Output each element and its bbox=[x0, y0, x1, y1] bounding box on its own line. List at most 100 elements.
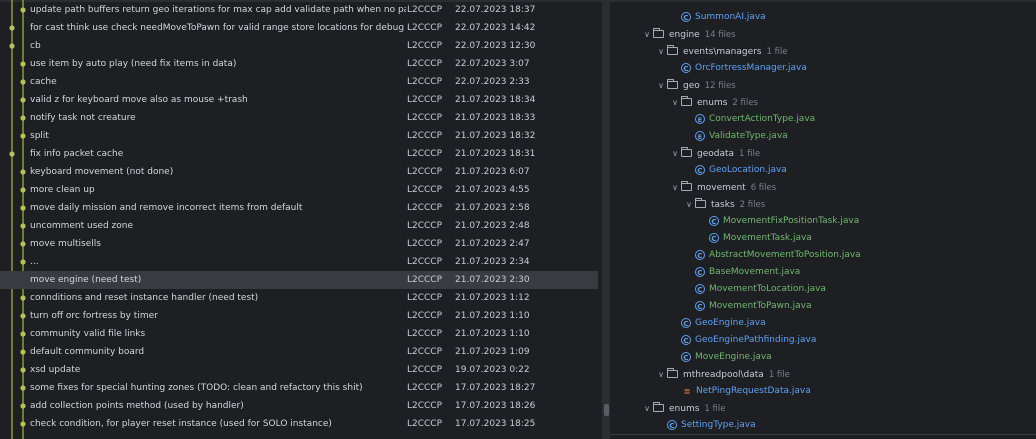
file-count: 1 file bbox=[704, 404, 726, 414]
tree-folder[interactable]: ∨ tasks 2 files bbox=[683, 196, 765, 213]
tree-file[interactable]: ≣ NetPingRequestData.java bbox=[681, 383, 811, 400]
class-file-icon: C bbox=[709, 233, 719, 243]
commit-row[interactable]: update path buffers return geo iteration… bbox=[0, 1, 598, 19]
file-count: 1 file bbox=[739, 149, 761, 159]
class-file-icon: C bbox=[681, 63, 691, 73]
chevron-down-icon[interactable]: ∨ bbox=[669, 145, 681, 162]
tree-file[interactable]: C BaseMovement.java bbox=[695, 264, 800, 281]
tree-bottom-divider bbox=[610, 434, 1036, 435]
commit-row[interactable]: some fixes for special hunting zones (TO… bbox=[0, 379, 598, 397]
commit-message: keyboard movement (not done) bbox=[30, 167, 174, 177]
tree-file[interactable]: C MoveEngine.java bbox=[681, 349, 772, 366]
commit-author: L2CCCP bbox=[407, 167, 443, 177]
commit-author: L2CCCP bbox=[407, 365, 443, 375]
file-name: MovementTask.java bbox=[723, 233, 812, 243]
commit-date: 21.07.2023 18:32 bbox=[455, 131, 536, 141]
tree-file[interactable]: C AbstractMovementToPosition.java bbox=[695, 247, 861, 264]
folder-name: geo bbox=[683, 81, 700, 91]
commit-log-panel: update path buffers return geo iteration… bbox=[0, 0, 602, 439]
tree-folder[interactable]: ∨ mthreadpool\data 1 file bbox=[655, 366, 790, 383]
commit-row[interactable]: valid z for keyboard move also as mouse … bbox=[0, 91, 598, 109]
file-count: 1 file bbox=[766, 47, 788, 57]
tree-file[interactable]: E ValidateType.java bbox=[695, 128, 788, 145]
panel-divider[interactable] bbox=[602, 0, 610, 439]
chevron-down-icon[interactable]: ∨ bbox=[683, 196, 695, 213]
commit-row[interactable]: ... L2CCCP 21.07.2023 2:34 bbox=[0, 253, 598, 271]
commit-row[interactable]: check condition, for player reset instan… bbox=[0, 415, 598, 433]
commit-row[interactable]: move multisells L2CCCP 21.07.2023 2:47 bbox=[0, 235, 598, 253]
commit-author: L2CCCP bbox=[407, 383, 443, 393]
commit-row[interactable]: community valid file links L2CCCP 21.07.20… bbox=[0, 325, 598, 343]
commit-row[interactable]: more clean up L2CCCP 21.07.2023 4:55 bbox=[0, 181, 598, 199]
commit-message: use item by auto play (need fix items in… bbox=[30, 59, 237, 69]
folder-icon bbox=[681, 181, 692, 191]
commit-date: 21.07.2023 1:09 bbox=[455, 347, 530, 357]
tree-file[interactable]: C MovementToLocation.java bbox=[695, 281, 826, 298]
tree-folder[interactable]: ∨ movement 6 files bbox=[669, 179, 776, 196]
tree-file[interactable]: C MovementTask.java bbox=[709, 230, 812, 247]
tree-file[interactable]: C GeoLocation.java bbox=[695, 162, 787, 179]
commit-message: xsd update bbox=[30, 365, 81, 375]
tree-file[interactable]: C SummonAI.java bbox=[681, 9, 766, 26]
class-file-icon: C bbox=[695, 250, 705, 260]
commit-row[interactable]: cache L2CCCP 22.07.2023 2:33 bbox=[0, 73, 598, 91]
commit-row[interactable]: move daily mission and remove incorrect … bbox=[0, 199, 598, 217]
tree-folder[interactable]: ∨ enums 2 files bbox=[669, 94, 758, 111]
commit-message: valid z for keyboard move also as mouse … bbox=[30, 95, 248, 105]
tree-folder[interactable]: ∨ events\managers 1 file bbox=[655, 43, 788, 60]
tree-folder[interactable]: ∨ geo 12 files bbox=[655, 77, 736, 94]
tree-file[interactable]: C MovementFixPositionTask.java bbox=[709, 213, 859, 230]
tree-file[interactable]: C SettingType.java bbox=[667, 417, 756, 434]
tree-folder[interactable]: ∨ geodata 1 file bbox=[669, 145, 760, 162]
folder-icon bbox=[695, 198, 706, 208]
folder-name: movement bbox=[697, 183, 746, 193]
commit-date: 21.07.2023 18:33 bbox=[455, 113, 536, 123]
scrollbar-thumb[interactable] bbox=[604, 404, 609, 416]
commit-row[interactable]: split L2CCCP 21.07.2023 18:32 bbox=[0, 127, 598, 145]
chevron-down-icon[interactable]: ∨ bbox=[655, 77, 667, 94]
file-name: SummonAI.java bbox=[695, 12, 766, 22]
chevron-down-icon[interactable]: ∨ bbox=[669, 94, 681, 111]
folder-name: enums bbox=[697, 98, 728, 108]
commit-author: L2CCCP bbox=[407, 311, 443, 321]
commit-row[interactable]: keyboard movement (not done) L2CCCP 21.07.… bbox=[0, 163, 598, 181]
commit-row[interactable]: uncomment used zone L2CCCP 21.07.2023 2:48 bbox=[0, 217, 598, 235]
commit-message: add collection points method (used by ha… bbox=[30, 401, 244, 411]
commit-row[interactable]: turn off orc fortress by timer L2CCCP 21.0… bbox=[0, 307, 598, 325]
commit-row[interactable]: cb L2CCCP 22.07.2023 12:30 bbox=[0, 37, 598, 55]
tree-folder[interactable]: ∨ enums 1 file bbox=[641, 400, 725, 417]
chevron-down-icon[interactable]: ∨ bbox=[655, 366, 667, 383]
commit-row[interactable]: use item by auto play (need fix items in… bbox=[0, 55, 598, 73]
commit-row[interactable]: fix info packet cache L2CCCP 21.07.2023 18… bbox=[0, 145, 598, 163]
tree-file[interactable]: C GeoEngine.java bbox=[681, 315, 766, 332]
commit-row[interactable]: connditions and reset instance handler (… bbox=[0, 289, 598, 307]
tree-folder[interactable]: ∨ engine 14 files bbox=[641, 26, 736, 43]
file-name: ValidateType.java bbox=[709, 131, 788, 141]
chevron-down-icon[interactable]: ∨ bbox=[641, 400, 653, 417]
commit-message: connditions and reset instance handler (… bbox=[30, 293, 259, 303]
chevron-down-icon[interactable]: ∨ bbox=[641, 26, 653, 43]
file-name: GeoLocation.java bbox=[709, 165, 787, 175]
tree-file[interactable]: C GeoEnginePathfinding.java bbox=[681, 332, 816, 349]
chevron-down-icon[interactable]: ∨ bbox=[669, 179, 681, 196]
tree-file[interactable]: C OrcFortressManager.java bbox=[681, 60, 807, 77]
commit-row[interactable]: xsd update L2CCCP 19.07.2023 0:22 bbox=[0, 361, 598, 379]
commit-row[interactable]: move engine (need test) L2CCCP 21.07.2023 … bbox=[0, 271, 598, 289]
commit-message: update path buffers return geo iteration… bbox=[30, 5, 406, 15]
commit-date: 21.07.2023 2:47 bbox=[455, 239, 530, 249]
commit-row[interactable]: default community board L2CCCP 21.07.2023 … bbox=[0, 343, 598, 361]
class-file-icon: C bbox=[681, 12, 691, 22]
commit-row[interactable]: for cast think use check needMoveToPawn … bbox=[0, 19, 598, 37]
tree-file[interactable]: E ConvertActionType.java bbox=[695, 111, 815, 128]
commit-date: 21.07.2023 2:58 bbox=[455, 203, 530, 213]
commit-date: 21.07.2023 18:31 bbox=[455, 149, 536, 159]
chevron-down-icon[interactable]: ∨ bbox=[655, 43, 667, 60]
file-name: MoveEngine.java bbox=[695, 352, 772, 362]
commit-row[interactable]: notify task not creature L2CCCP 21.07.2023… bbox=[0, 109, 598, 127]
commit-message: turn off orc fortress by timer bbox=[30, 311, 158, 321]
commit-message: cb bbox=[30, 41, 41, 51]
commit-row[interactable]: add collection points method (used by ha… bbox=[0, 397, 598, 415]
commit-author: L2CCCP bbox=[407, 419, 443, 429]
tree-file[interactable]: C MovementToPawn.java bbox=[695, 298, 811, 315]
commit-message: move engine (need test) bbox=[30, 275, 142, 285]
